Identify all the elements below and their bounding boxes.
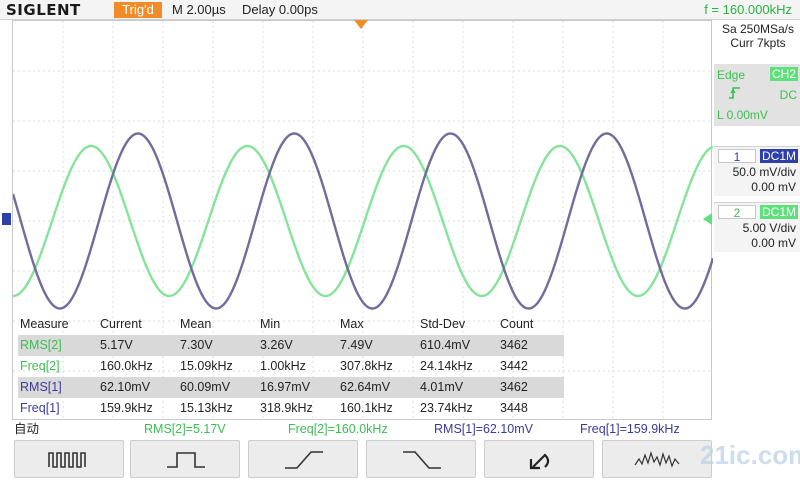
pulse-train-icon	[48, 452, 86, 468]
softkey-pulse[interactable]	[130, 440, 240, 478]
measure-count: 3462	[500, 380, 528, 394]
timebase-readout[interactable]: M 2.00µs	[172, 0, 226, 20]
ch2-offset-marker[interactable]	[703, 213, 712, 225]
softkey-falling-edge[interactable]	[366, 440, 476, 478]
status-item-rms1: RMS[1]=62.10mV	[434, 422, 534, 436]
measure-name: Freq[1]	[20, 401, 60, 415]
col-current: Current	[100, 317, 142, 331]
measure-max: 7.49V	[340, 338, 373, 352]
trigger-type: Edge	[717, 68, 746, 82]
rising-edge-icon	[728, 86, 742, 103]
measure-current: 62.10mV	[100, 380, 151, 394]
status-item-freq1: Freq[1]=159.9kHz	[580, 422, 680, 436]
brand-logo: SIGLENT	[6, 1, 81, 19]
measure-max: 160.1kHz	[340, 401, 393, 415]
softkey-pulse-train[interactable]	[14, 440, 124, 478]
softkey-bar	[0, 438, 800, 480]
measure-std-dev: 24.14kHz	[420, 359, 473, 373]
trigger-coupling: DC	[779, 88, 797, 102]
ch1-offset-marker[interactable]	[2, 213, 11, 225]
measure-mean: 15.09kHz	[180, 359, 233, 373]
measurement-table: Measure Current Mean Min Max Std-Dev Cou…	[18, 314, 564, 419]
rising-edge-icon	[285, 451, 323, 469]
measure-name: RMS[2]	[20, 338, 62, 352]
sample-rate: Sa 250MSa/s	[721, 22, 795, 36]
measure-current: 5.17V	[100, 338, 133, 352]
measure-min: 1.00kHz	[260, 359, 306, 373]
watermark: 21ic.com	[700, 440, 800, 470]
channel-offset: 0.00 mV	[751, 236, 796, 250]
trigger-level: L 0.00mV	[717, 108, 768, 122]
measure-name: Freq[2]	[20, 359, 60, 373]
measure-std-dev: 4.01mV	[420, 380, 464, 394]
trigger-status-badge: Trig'd	[114, 2, 162, 18]
channel-offset: 0.00 mV	[751, 180, 796, 194]
table-row: Freq[1] 159.9kHz 15.13kHz 318.9kHz 160.1…	[18, 398, 564, 419]
measure-min: 318.9kHz	[260, 401, 313, 415]
measure-min: 3.26V	[260, 338, 293, 352]
measurement-header-row: Measure Current Mean Min Max Std-Dev Cou…	[18, 314, 564, 335]
top-status-bar: SIGLENT Trig'd M 2.00µs Delay 0.00ps f =…	[0, 0, 800, 20]
trigger-source: CH2	[769, 67, 798, 81]
measurement-status-bar: 自动 RMS[2]=5.17V Freq[2]=160.0kHz RMS[1]=…	[0, 420, 800, 438]
channel-2-panel[interactable]: 2 DC1M 5.00 V/div 0.00 mV	[714, 202, 800, 252]
trigger-position-marker[interactable]	[354, 20, 368, 29]
col-min: Min	[260, 317, 281, 331]
table-row: RMS[1] 62.10mV 60.09mV 16.97mV 62.64mV 4…	[18, 377, 564, 398]
memory-depth: Curr 7kpts	[730, 36, 786, 50]
col-count: Count	[500, 317, 534, 331]
signal-noise-icon	[634, 451, 680, 468]
measure-max: 62.64mV	[340, 380, 391, 394]
delay-readout[interactable]: Delay 0.00ps	[242, 0, 318, 20]
measure-current: 160.0kHz	[100, 359, 153, 373]
measure-min: 16.97mV	[260, 380, 311, 394]
measure-current: 159.9kHz	[100, 401, 153, 415]
col-std-dev: Std-Dev	[420, 317, 466, 331]
frequency-counter: f = 160.000kHz	[704, 2, 792, 17]
status-item-freq2: Freq[2]=160.0kHz	[288, 422, 388, 436]
table-row: RMS[2] 5.17V 7.30V 3.26V 7.49V 610.4mV 3…	[18, 335, 564, 356]
col-mean: Mean	[180, 317, 212, 331]
channel-coupling: DC1M	[759, 149, 798, 163]
measure-name: RMS[1]	[20, 380, 62, 394]
channel-scale: 50.0 mV/div	[732, 165, 796, 179]
measure-mean: 15.13kHz	[180, 401, 233, 415]
channel-scale: 5.00 V/div	[742, 221, 796, 235]
undo-icon	[529, 453, 550, 470]
measure-std-dev: 610.4mV	[420, 338, 471, 352]
measure-count: 3442	[500, 359, 528, 373]
acquisition-info: Sa 250MSa/s Curr 7kpts	[716, 22, 800, 50]
measure-count: 3462	[500, 338, 528, 352]
measure-mean: 7.30V	[180, 338, 213, 352]
pulse-icon	[167, 452, 205, 468]
channel-1-panel[interactable]: 1 DC1M 50.0 mV/div 0.00 mV	[714, 146, 800, 196]
table-row: Freq[2] 160.0kHz 15.09kHz 1.00kHz 307.8k…	[18, 356, 564, 377]
channel-number: 1	[718, 149, 756, 164]
measure-count: 3448	[500, 401, 528, 415]
falling-edge-icon	[403, 451, 441, 469]
col-measure: Measure	[20, 317, 69, 331]
measure-mean: 60.09mV	[180, 380, 231, 394]
channel-number: 2	[718, 205, 756, 220]
measure-std-dev: 23.74kHz	[420, 401, 473, 415]
trigger-panel[interactable]: Edge CH2 DC L 0.00mV	[714, 64, 800, 126]
status-item-rms2: RMS[2]=5.17V	[144, 422, 226, 436]
softkey-signal-noise[interactable]	[602, 440, 712, 478]
channel-coupling: DC1M	[759, 205, 798, 219]
softkey-rising-edge[interactable]	[248, 440, 358, 478]
auto-mode-label: 自动	[14, 422, 40, 436]
softkey-undo[interactable]	[484, 440, 594, 478]
col-max: Max	[340, 317, 364, 331]
measure-max: 307.8kHz	[340, 359, 393, 373]
